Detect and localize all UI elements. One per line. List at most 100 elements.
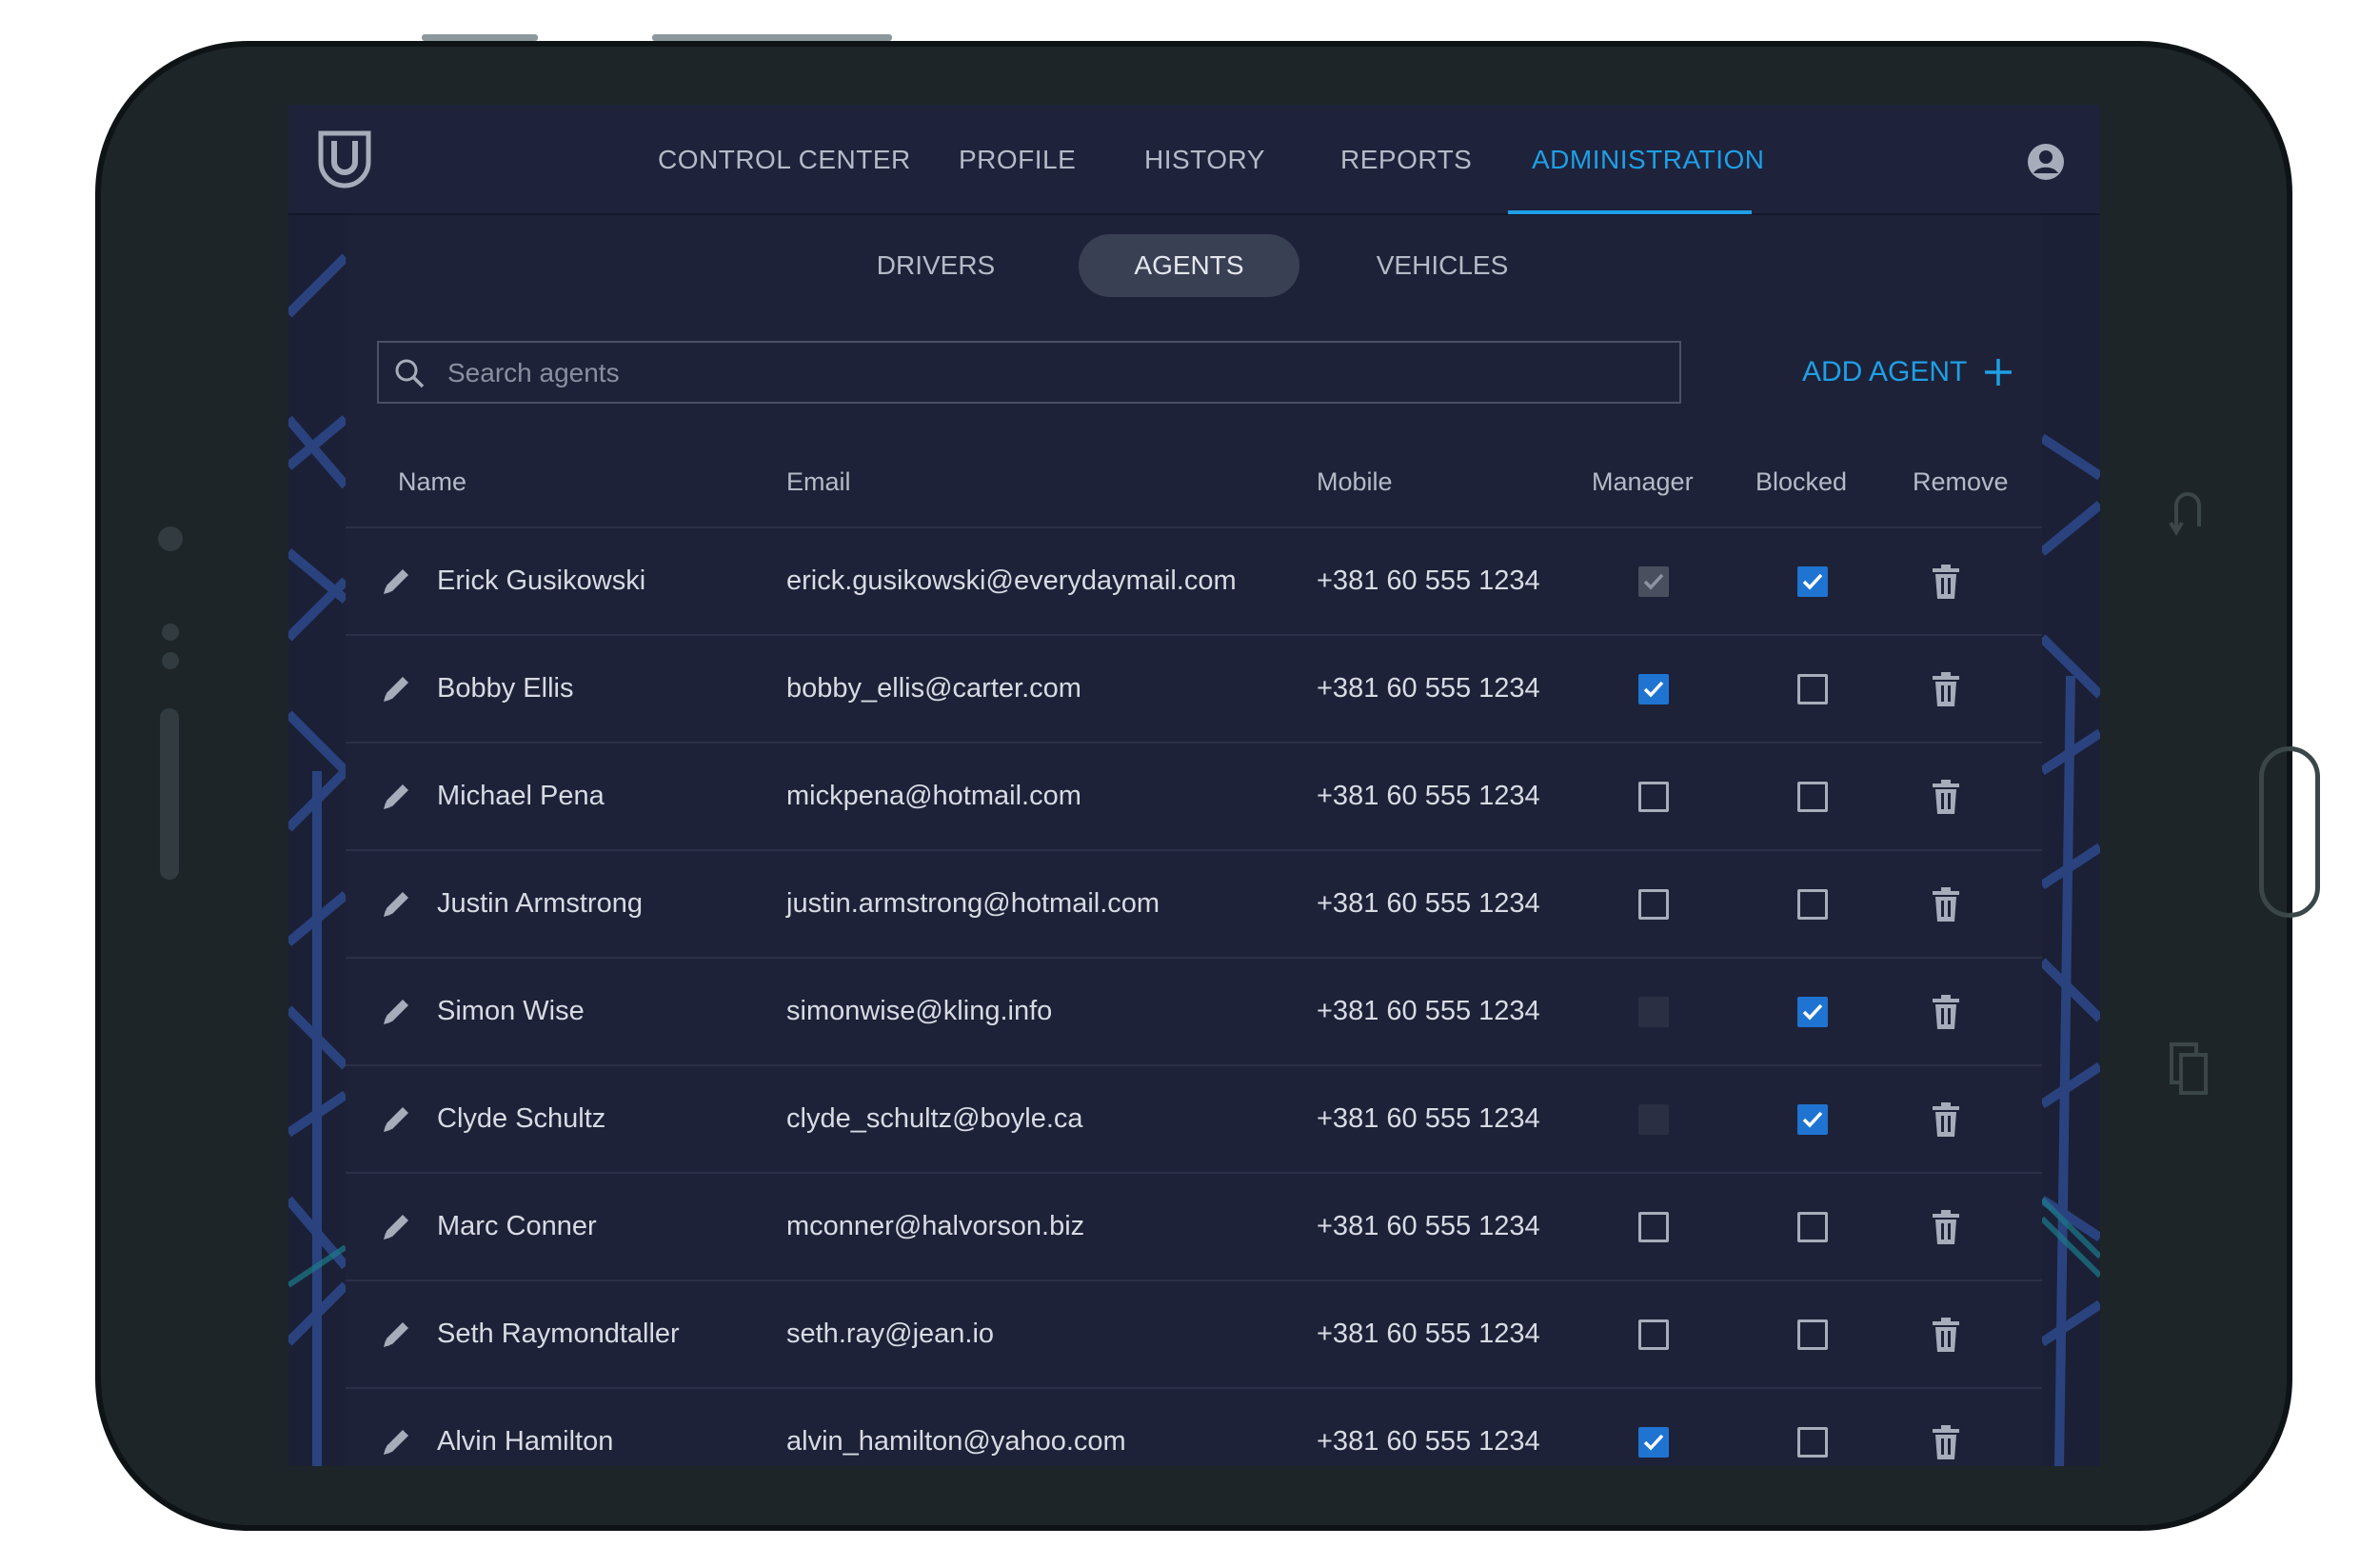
blocked-checkbox[interactable]	[1797, 674, 1828, 704]
checkmark-icon	[1802, 573, 1823, 590]
table-row: Marc Conner mconner@halvorson.biz +381 60 …	[346, 1174, 2042, 1281]
agent-mobile: +381 60 555 1234	[1317, 888, 1540, 919]
pencil-icon[interactable]	[380, 886, 414, 921]
table-row: Justin Armstrong justin.armstrong@hotmail…	[346, 851, 2042, 959]
top-navigation-bar: CONTROL CENTER PROFILE HISTORY REPORTS A…	[288, 105, 2100, 215]
trash-icon[interactable]	[1932, 886, 1960, 922]
agent-email: clyde_schultz@boyle.ca	[786, 1103, 1083, 1134]
nav-tab-administration[interactable]: ADMINISTRATION	[1532, 145, 1764, 175]
subtab-drivers[interactable]: DRIVERS	[850, 234, 1021, 297]
pencil-icon[interactable]	[380, 564, 414, 598]
table-row: Michael Pena mickpena@hotmail.com +381 60 …	[346, 744, 2042, 851]
pencil-icon[interactable]	[380, 671, 414, 705]
subtab-agents[interactable]: AGENTS	[1079, 234, 1299, 297]
manager-checkbox[interactable]	[1638, 566, 1669, 597]
volume-button	[422, 34, 538, 41]
subtab-vehicles[interactable]: VEHICLES	[1347, 234, 1537, 297]
column-header-manager[interactable]: Manager	[1592, 467, 1694, 497]
agents-panel: DRIVERS AGENTS VEHICLES ADD AGENT Name E…	[346, 215, 2042, 1466]
agent-name: Bobby Ellis	[437, 673, 574, 704]
table-row: Bobby Ellis bobby_ellis@carter.com +381 60…	[346, 636, 2042, 744]
manager-checkbox[interactable]	[1638, 1427, 1669, 1458]
manager-checkbox[interactable]	[1638, 1319, 1669, 1350]
trash-icon[interactable]	[1932, 1424, 1960, 1460]
sensor-dot	[162, 652, 179, 669]
manager-checkbox[interactable]	[1638, 997, 1669, 1027]
checkmark-icon	[1643, 681, 1664, 698]
user-avatar-icon[interactable]	[2027, 143, 2065, 181]
side-slot	[160, 708, 179, 880]
pencil-icon[interactable]	[380, 1209, 414, 1243]
plus-icon	[1985, 359, 2013, 386]
pencil-icon[interactable]	[380, 1424, 414, 1458]
trash-icon[interactable]	[1932, 671, 1960, 707]
add-agent-label: ADD AGENT	[1802, 356, 1968, 387]
agent-email: mickpena@hotmail.com	[786, 781, 1081, 811]
agent-mobile: +381 60 555 1234	[1317, 1103, 1540, 1134]
table-row: Seth Raymondtaller seth.ray@jean.io +381 6…	[346, 1281, 2042, 1389]
agent-email: simonwise@kling.info	[786, 996, 1053, 1026]
agent-name: Seth Raymondtaller	[437, 1319, 680, 1349]
trash-icon[interactable]	[1932, 1101, 1960, 1138]
agent-mobile: +381 60 555 1234	[1317, 1426, 1540, 1457]
agent-name: Clyde Schultz	[437, 1103, 606, 1134]
column-header-name[interactable]: Name	[398, 467, 466, 497]
trash-icon[interactable]	[1932, 994, 1960, 1030]
checkmark-icon	[1643, 573, 1664, 590]
front-camera	[158, 526, 183, 551]
column-header-remove[interactable]: Remove	[1913, 467, 2009, 497]
blocked-checkbox[interactable]	[1797, 1427, 1828, 1458]
blocked-checkbox[interactable]	[1797, 997, 1828, 1027]
power-button	[652, 34, 892, 41]
agent-email: justin.armstrong@hotmail.com	[786, 888, 1160, 919]
agent-name: Michael Pena	[437, 781, 605, 811]
checkmark-icon	[1802, 1111, 1823, 1128]
column-header-blocked[interactable]: Blocked	[1755, 467, 1847, 497]
trash-icon[interactable]	[1932, 779, 1960, 815]
nav-tab-history[interactable]: HISTORY	[1144, 145, 1265, 175]
pencil-icon[interactable]	[380, 994, 414, 1028]
nav-tab-profile[interactable]: PROFILE	[959, 145, 1076, 175]
search-box[interactable]	[377, 341, 1681, 404]
column-header-mobile[interactable]: Mobile	[1317, 467, 1393, 497]
pencil-icon[interactable]	[380, 1101, 414, 1136]
blocked-checkbox[interactable]	[1797, 1212, 1828, 1242]
pencil-icon[interactable]	[380, 1317, 414, 1351]
search-input[interactable]	[446, 343, 1668, 404]
agent-mobile: +381 60 555 1234	[1317, 565, 1540, 596]
table-row: Clyde Schultz clyde_schultz@boyle.ca +381 …	[346, 1066, 2042, 1174]
back-icon[interactable]	[2169, 485, 2207, 538]
blocked-checkbox[interactable]	[1797, 566, 1828, 597]
blocked-checkbox[interactable]	[1797, 782, 1828, 812]
add-agent-button[interactable]: ADD AGENT	[1802, 348, 2013, 396]
manager-checkbox[interactable]	[1638, 889, 1669, 920]
agent-name: Erick Gusikowski	[437, 565, 646, 596]
column-header-email[interactable]: Email	[786, 467, 851, 497]
blocked-checkbox[interactable]	[1797, 1319, 1828, 1350]
shield-logo-icon[interactable]	[317, 129, 372, 188]
agent-mobile: +381 60 555 1234	[1317, 1319, 1540, 1349]
trash-icon[interactable]	[1932, 1209, 1960, 1245]
agent-email: mconner@halvorson.biz	[786, 1211, 1085, 1241]
trash-icon[interactable]	[1932, 1317, 1960, 1353]
manager-checkbox[interactable]	[1638, 1212, 1669, 1242]
agent-name: Justin Armstrong	[437, 888, 643, 919]
agent-email: seth.ray@jean.io	[786, 1319, 995, 1349]
blocked-checkbox[interactable]	[1797, 889, 1828, 920]
manager-checkbox[interactable]	[1638, 1104, 1669, 1135]
manager-checkbox[interactable]	[1638, 674, 1669, 704]
home-button[interactable]	[2259, 746, 2320, 918]
checkmark-icon	[1643, 1434, 1664, 1451]
pencil-icon[interactable]	[380, 779, 414, 813]
agent-email: alvin_hamilton@yahoo.com	[786, 1426, 1126, 1457]
agent-mobile: +381 60 555 1234	[1317, 1211, 1540, 1241]
agent-email: bobby_ellis@carter.com	[786, 673, 1081, 704]
nav-tab-control-center[interactable]: CONTROL CENTER	[658, 145, 911, 175]
nav-tab-reports[interactable]: REPORTS	[1340, 145, 1472, 175]
trash-icon[interactable]	[1932, 564, 1960, 600]
manager-checkbox[interactable]	[1638, 782, 1669, 812]
blocked-checkbox[interactable]	[1797, 1104, 1828, 1135]
recent-apps-icon[interactable]	[2169, 1041, 2211, 1097]
agent-email: erick.gusikowski@everydaymail.com	[786, 565, 1237, 596]
search-icon	[395, 359, 425, 388]
